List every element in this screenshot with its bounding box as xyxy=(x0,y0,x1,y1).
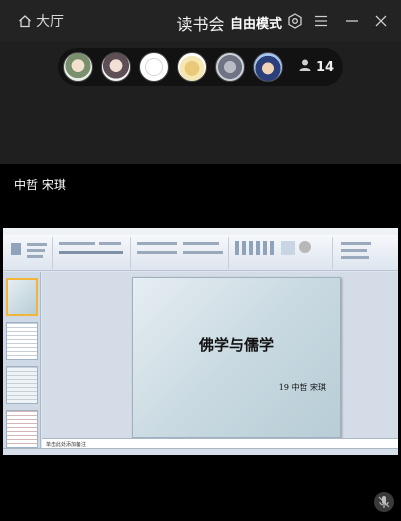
avatar[interactable] xyxy=(215,52,245,82)
person-icon xyxy=(298,58,312,76)
members-panel: 14 xyxy=(0,42,401,164)
ribbon xyxy=(3,235,398,271)
shared-screen[interactable]: 佛学与儒学 19 中哲 宋琪 单击此处添加备注 xyxy=(3,228,398,455)
slide-subtitle: 19 中哲 宋琪 xyxy=(278,383,326,392)
notes-pane[interactable]: 单击此处添加备注 xyxy=(42,438,398,448)
ribbon-group xyxy=(231,237,333,269)
avatar[interactable] xyxy=(139,52,169,82)
avatar[interactable] xyxy=(63,52,93,82)
presenter-name: 中哲 宋琪 xyxy=(14,178,66,192)
top-bar: 大厅 读书会 自由模式 xyxy=(0,0,401,42)
member-count-value: 14 xyxy=(316,59,335,75)
avatar[interactable] xyxy=(253,52,283,82)
minimize-icon[interactable] xyxy=(343,12,361,30)
slide-canvas: 佛学与儒学 19 中哲 宋琪 xyxy=(42,272,398,438)
room-title: 读书会 xyxy=(176,15,225,34)
avatar[interactable] xyxy=(101,52,131,82)
current-slide[interactable]: 佛学与儒学 19 中哲 宋琪 xyxy=(132,277,341,438)
ribbon-tabs xyxy=(3,228,398,235)
slide-thumbnail[interactable] xyxy=(6,410,38,448)
ribbon-group xyxy=(55,237,131,269)
menu-icon[interactable] xyxy=(312,12,330,30)
avatar-list: 14 xyxy=(58,48,343,86)
slide-thumbnail[interactable] xyxy=(6,322,38,360)
slide-thumbnail[interactable] xyxy=(6,278,38,316)
slide-thumbnail[interactable] xyxy=(6,366,38,404)
ribbon-group xyxy=(5,237,53,269)
ribbon-group xyxy=(335,237,393,269)
status-bar xyxy=(3,448,398,455)
avatar[interactable] xyxy=(177,52,207,82)
slide-title: 佛学与儒学 xyxy=(198,336,274,354)
mode-label[interactable]: 自由模式 xyxy=(230,13,282,32)
settings-icon[interactable] xyxy=(286,12,304,30)
close-icon[interactable] xyxy=(372,12,390,30)
member-count[interactable]: 14 xyxy=(298,58,334,76)
microphone-muted-icon[interactable] xyxy=(374,492,394,512)
slide-thumbnails[interactable] xyxy=(3,272,41,455)
ribbon-group xyxy=(133,237,229,269)
